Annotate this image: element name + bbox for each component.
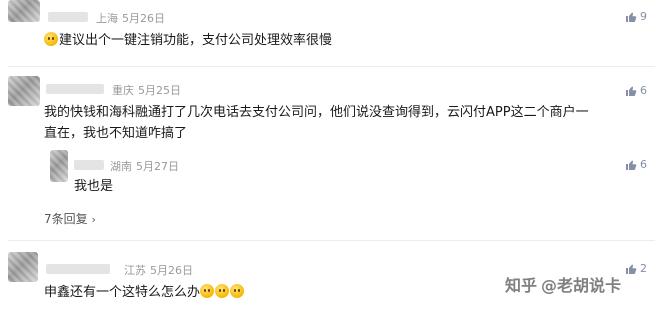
reply-location: 湖南 — [110, 160, 132, 173]
like-count: 9 — [640, 10, 647, 23]
comment-date: 5月25日 — [138, 84, 181, 97]
chevron-right-icon: › — [91, 213, 96, 226]
divider — [8, 66, 655, 67]
face-emoji-icon — [230, 284, 245, 298]
username[interactable] — [46, 264, 110, 274]
comment-location: 上海 — [96, 12, 118, 25]
comment-date: 5月26日 — [150, 264, 193, 277]
face-emoji-icon — [200, 284, 215, 298]
avatar[interactable] — [8, 252, 38, 282]
watermark-author: @老胡说卡 — [541, 276, 622, 295]
username[interactable] — [48, 12, 88, 22]
comment-date: 5月26日 — [122, 12, 165, 25]
face-emoji-icon — [215, 284, 230, 298]
comment-text-line: 我的快钱和海科融通打了几次电话去支付公司问，他们说没查询得到，云闪付APP这二个… — [44, 105, 589, 120]
reply-date: 5月27日 — [136, 160, 179, 173]
comment-text: 申鑫还有一个这特么怎么办 — [44, 282, 245, 303]
username[interactable] — [46, 84, 104, 94]
like-button[interactable]: 9 — [625, 10, 647, 23]
thumb-up-icon — [626, 264, 637, 274]
comment-text: 建议出个一键注销功能，支付公司处理效率很慢 — [44, 30, 332, 51]
face-emoji-icon — [44, 32, 58, 46]
comment-text-line: 直在，我也不知道咋搞了 — [44, 126, 188, 141]
avatar[interactable] — [8, 0, 40, 22]
avatar[interactable] — [8, 76, 40, 106]
username[interactable] — [74, 160, 104, 170]
watermark: 知乎 @老胡说卡 — [505, 272, 621, 296]
thumb-up-icon — [626, 160, 637, 170]
watermark-platform: 知乎 — [505, 276, 538, 295]
view-replies-link[interactable]: 7条回复 › — [44, 210, 96, 227]
comment-text: 我的快钱和海科融通打了几次电话去支付公司问，他们说没查询得到，云闪付APP这二个… — [44, 102, 654, 144]
reply-avatar[interactable] — [50, 150, 68, 182]
comment-location: 重庆 — [112, 84, 134, 97]
divider — [8, 240, 655, 241]
like-count: 2 — [640, 262, 647, 275]
like-button[interactable]: 6 — [625, 84, 647, 97]
like-count: 6 — [640, 84, 647, 97]
reply-text: 我也是 — [74, 179, 114, 194]
thumb-up-icon — [626, 86, 637, 96]
like-button[interactable]: 6 — [625, 158, 647, 171]
thumb-up-icon — [626, 12, 637, 22]
like-button[interactable]: 2 — [625, 262, 647, 275]
like-count: 6 — [640, 158, 647, 171]
comment-location: 江苏 — [124, 264, 146, 277]
